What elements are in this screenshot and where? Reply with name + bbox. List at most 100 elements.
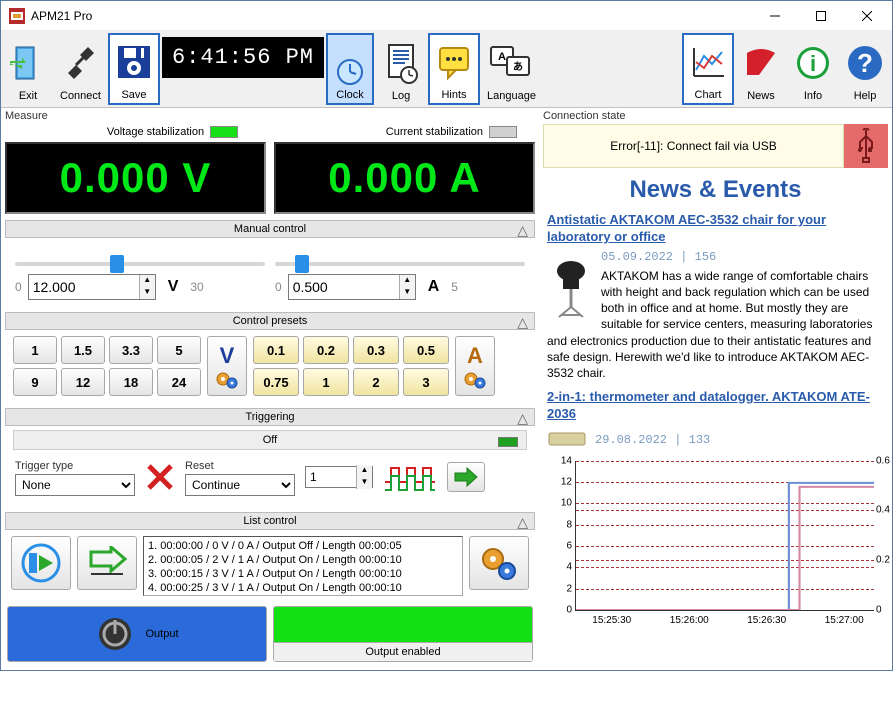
power-icon: [95, 614, 135, 654]
current-presets: 0.1 0.2 0.3 0.5 0.75 1 2 3: [253, 336, 449, 396]
preset-v-12[interactable]: 12: [61, 368, 105, 396]
preset-v-5[interactable]: 5: [157, 336, 201, 364]
clock-icon: [336, 58, 364, 86]
spin-down[interactable]: ▼: [399, 287, 415, 299]
a-unit: A: [428, 278, 440, 296]
spin-up[interactable]: ▲: [139, 275, 155, 287]
preset-v-9[interactable]: 9: [13, 368, 57, 396]
news-link-2[interactable]: 2-in-1: thermometer and datalogger. AKTA…: [547, 389, 884, 423]
arrow-right-icon: [453, 467, 479, 487]
language-button[interactable]: AあLanguage: [482, 33, 541, 105]
info-icon: i: [793, 43, 833, 83]
trigger-go-button[interactable]: [447, 462, 485, 492]
reset-select[interactable]: Continue: [185, 474, 295, 496]
trigger-count-input[interactable]: ▲▼: [305, 466, 373, 488]
output-toggle-button[interactable]: Output: [7, 606, 267, 662]
help-icon: ?: [845, 43, 885, 83]
list-control-header[interactable]: List control△: [5, 512, 535, 530]
voltage-config-button[interactable]: V: [207, 336, 247, 396]
preset-v-3.3[interactable]: 3.3: [109, 336, 153, 364]
play-list-icon: [19, 541, 63, 585]
output-label: Output: [145, 628, 178, 640]
list-item[interactable]: 4. 00:00:25 / 3 V / 1 A / Output On / Le…: [148, 581, 458, 595]
svg-text:i: i: [810, 51, 816, 76]
list-settings-button[interactable]: [469, 536, 529, 590]
news-date-1: 05.09.2022 | 156: [547, 250, 884, 264]
info-button[interactable]: iInfo: [788, 33, 838, 105]
news-icon: [741, 43, 781, 83]
a-min: 0: [275, 280, 282, 294]
trigger-type-select[interactable]: None: [15, 474, 135, 496]
presets-header[interactable]: Control presets△: [5, 312, 535, 330]
voltage-input[interactable]: ▲▼: [28, 274, 156, 300]
current-readout: 0.000 A: [274, 142, 535, 214]
chevron-up-icon: △: [517, 222, 528, 239]
chart-button[interactable]: Chart: [682, 33, 734, 105]
usb-icon: [844, 124, 888, 168]
preset-a-0.1[interactable]: 0.1: [253, 336, 299, 364]
log-button[interactable]: Log: [376, 33, 426, 105]
connection-message: Error[-11]: Connect fail via USB: [543, 124, 844, 168]
chevron-up-icon: △: [517, 314, 528, 331]
preset-a-0.5[interactable]: 0.5: [403, 336, 449, 364]
list-next-button[interactable]: [77, 536, 137, 590]
voltage-slider[interactable]: [15, 262, 265, 266]
preset-a-2[interactable]: 2: [353, 368, 399, 396]
spin-down[interactable]: ▼: [139, 287, 155, 299]
voltage-stab-indicator: [210, 126, 238, 138]
manual-control-header[interactable]: Manual control△: [5, 220, 535, 238]
news-button[interactable]: News: [736, 33, 786, 105]
news-mini-chart: 140.6 12 10 0.4 8 6 0.2 4 2 00 15:25:30 …: [575, 461, 874, 611]
preset-v-1[interactable]: 1: [13, 336, 57, 364]
list-run-button[interactable]: [11, 536, 71, 590]
exit-button[interactable]: Exit: [3, 33, 53, 105]
chart-icon: [688, 42, 728, 82]
voltage-presets: 1 1.5 3.3 5 9 12 18 24: [13, 336, 201, 396]
save-button[interactable]: Save: [108, 33, 160, 105]
current-stab-indicator: [489, 126, 517, 138]
close-button[interactable]: [844, 1, 890, 31]
v-unit: V: [168, 278, 179, 296]
minimize-button[interactable]: [752, 1, 798, 31]
clock-display: 6:41:56 PM: [162, 37, 324, 78]
title-bar: APM21 Pro: [1, 1, 892, 31]
connection-label: Connection state: [543, 110, 888, 122]
log-icon: [381, 41, 421, 85]
preset-a-3[interactable]: 3: [403, 368, 449, 396]
triggering-header[interactable]: Triggering△: [5, 408, 535, 426]
news-header: News & Events: [543, 168, 888, 212]
news-date-2: 29.08.2022 | 133: [595, 433, 710, 447]
list-sequence[interactable]: 1. 00:00:00 / 0 V / 0 A / Output Off / L…: [143, 536, 463, 596]
main-toolbar: Exit Connect Save 6:41:56 PM Clock Log H…: [1, 31, 892, 108]
preset-a-0.3[interactable]: 0.3: [353, 336, 399, 364]
hints-button[interactable]: Hints: [428, 33, 480, 105]
help-button[interactable]: ?Help: [840, 33, 890, 105]
news-body-1: AKTAKOM has a wide range of comfortable …: [547, 268, 884, 381]
exit-icon: [8, 43, 48, 83]
preset-a-1[interactable]: 1: [303, 368, 349, 396]
preset-a-0.75[interactable]: 0.75: [253, 368, 299, 396]
device-image: [547, 431, 587, 449]
preset-v-1.5[interactable]: 1.5: [61, 336, 105, 364]
cancel-icon[interactable]: [145, 462, 175, 492]
connect-button[interactable]: Connect: [55, 33, 106, 105]
list-item[interactable]: 3. 00:00:15 / 3 V / 1 A / Output On / Le…: [148, 567, 458, 581]
chevron-up-icon: △: [517, 410, 528, 427]
spin-up[interactable]: ▲: [399, 275, 415, 287]
preset-a-0.2[interactable]: 0.2: [303, 336, 349, 364]
preset-v-24[interactable]: 24: [157, 368, 201, 396]
list-item[interactable]: 1. 00:00:00 / 0 V / 0 A / Output Off / L…: [148, 539, 458, 553]
floppy-icon: [114, 42, 154, 82]
current-config-button[interactable]: A: [455, 336, 495, 396]
current-slider[interactable]: [275, 262, 525, 266]
preset-v-18[interactable]: 18: [109, 368, 153, 396]
news-item-1: Antistatic AKTAKOM AEC-3532 chair for yo…: [543, 212, 888, 389]
voltage-stab-label: Voltage stabilization: [107, 126, 204, 138]
list-item[interactable]: 2. 00:00:05 / 2 V / 1 A / Output On / Le…: [148, 553, 458, 567]
news-link-1[interactable]: Antistatic AKTAKOM AEC-3532 chair for yo…: [547, 212, 884, 246]
clock-button[interactable]: Clock: [326, 33, 374, 105]
trigger-led: [498, 437, 518, 447]
voltage-readout: 0.000 V: [5, 142, 266, 214]
maximize-button[interactable]: [798, 1, 844, 31]
a-max: 5: [451, 280, 458, 294]
